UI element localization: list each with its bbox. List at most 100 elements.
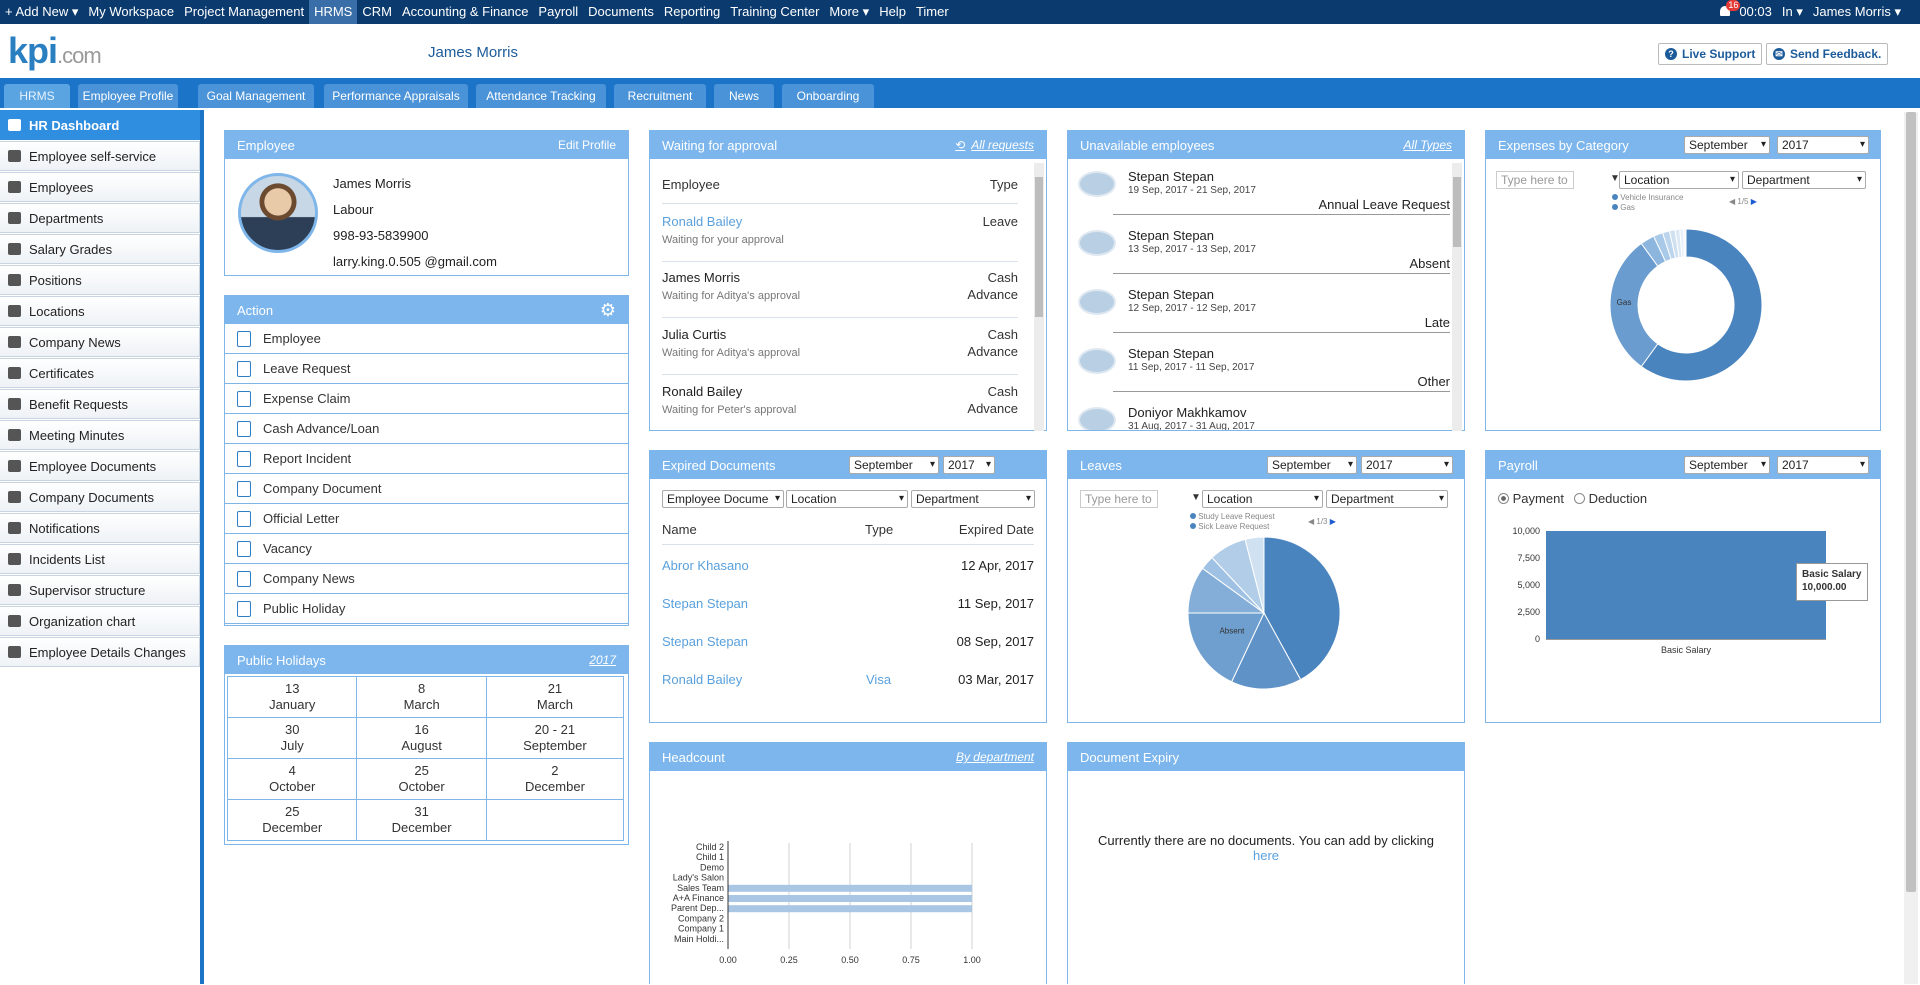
expenses-filter-input[interactable]: Type here to (1496, 171, 1574, 189)
nav-item-timer[interactable]: Timer (911, 0, 954, 24)
unavailable-name[interactable]: Stepan Stepan (1128, 346, 1214, 361)
headcount-bar[interactable] (728, 905, 972, 913)
edit-profile-link[interactable]: Edit Profile (558, 138, 616, 152)
nav-item-help[interactable]: Help (874, 0, 911, 24)
by-department-link[interactable]: By department (956, 750, 1034, 764)
user-menu[interactable]: James Morris ▾ (1808, 0, 1906, 24)
tab-news[interactable]: News (714, 84, 774, 108)
nav-item-training-center[interactable]: Training Center (725, 0, 824, 24)
action-employee[interactable]: Employee (225, 324, 628, 354)
approval-employee-name[interactable]: Julia Curtis (662, 327, 726, 342)
unavailable-row[interactable]: Stepan Stepan 11 Sep, 2017 - 11 Sep, 2017… (1068, 342, 1450, 398)
leaves-month-select[interactable]: September (1267, 456, 1357, 474)
approval-row[interactable]: James Morris Waiting for Aditya's approva… (662, 262, 1018, 318)
sidebar-item-positions[interactable]: Positions (0, 265, 200, 295)
expired-name[interactable]: Stepan Stepan (662, 596, 748, 611)
expired-name[interactable]: Stepan Stepan (662, 634, 748, 649)
approval-employee-name[interactable]: James Morris (662, 270, 740, 285)
live-support-button[interactable]: ? Live Support (1658, 43, 1763, 65)
action-cash-advance-loan[interactable]: Cash Advance/Loan (225, 414, 628, 444)
expired-row[interactable]: Stepan Stepan 08 Sep, 2017 (662, 623, 1034, 661)
expenses-location-select[interactable]: Location (1619, 171, 1739, 189)
sidebar-item-notifications[interactable]: Notifications (0, 513, 200, 543)
action-report-incident[interactable]: Report Incident (225, 444, 628, 474)
nav-item-accounting-finance[interactable]: Accounting & Finance (397, 0, 533, 24)
expired-department-select[interactable]: Department (911, 490, 1035, 508)
expired-row[interactable]: Stepan Stepan 11 Sep, 2017 (662, 585, 1034, 623)
approval-row[interactable]: Julia Curtis Waiting for Aditya's approva… (662, 319, 1018, 375)
nav-item-crm[interactable]: CRM (357, 0, 397, 24)
sidebar-item-meeting-minutes[interactable]: Meeting Minutes (0, 420, 200, 450)
unavailable-name[interactable]: Stepan Stepan (1128, 169, 1214, 184)
leaves-location-select[interactable]: Location (1202, 490, 1323, 508)
nav-item-add-new[interactable]: + Add New ▾ (0, 0, 83, 24)
sidebar-item-employee-details-changes[interactable]: Employee Details Changes (0, 637, 200, 667)
sidebar-item-company-news[interactable]: Company News (0, 327, 200, 357)
approval-row[interactable]: Ronald Bailey Waiting for Peter's approva… (662, 376, 1018, 432)
leaves-department-select[interactable]: Department (1326, 490, 1448, 508)
nav-item-more[interactable]: More ▾ (824, 0, 874, 24)
payroll-year-select[interactable]: 2017 (1777, 456, 1869, 474)
sidebar-item-departments[interactable]: Departments (0, 203, 200, 233)
tab-attendance-tracking[interactable]: Attendance Tracking (476, 84, 606, 108)
leaves-legend-pager[interactable]: ◀ 1/3 ▶ (1308, 517, 1336, 526)
expenses-year-select[interactable]: 2017 (1777, 136, 1869, 154)
nav-item-payroll[interactable]: Payroll (533, 0, 583, 24)
expenses-department-select[interactable]: Department (1742, 171, 1866, 189)
action-public-holiday[interactable]: Public Holiday (225, 594, 628, 624)
leaves-year-select[interactable]: 2017 (1361, 456, 1453, 474)
timer-readout[interactable]: 00:03 (1734, 0, 1777, 24)
send-feedback-button[interactable]: ✉ Send Feedback. (1766, 43, 1889, 65)
unavailable-name[interactable]: Doniyor Makhkamov (1128, 405, 1247, 420)
payroll-month-select[interactable]: September (1684, 456, 1770, 474)
sidebar-item-employees[interactable]: Employees (0, 172, 200, 202)
all-types-link[interactable]: All Types (1404, 138, 1452, 152)
payment-radio[interactable]: Payment (1498, 491, 1564, 506)
expired-name[interactable]: Abror Khasano (662, 558, 749, 573)
expired-row[interactable]: Abror Khasano 12 Apr, 2017 (662, 547, 1034, 585)
unavailable-name[interactable]: Stepan Stepan (1128, 228, 1214, 243)
headcount-bar[interactable] (728, 895, 972, 902)
sidebar-item-certificates[interactable]: Certificates (0, 358, 200, 388)
holidays-year-link[interactable]: 2017 (589, 653, 616, 667)
expired-row[interactable]: Ronald Bailey Visa 03 Mar, 2017 (662, 661, 1034, 699)
deduction-radio[interactable]: Deduction (1573, 491, 1647, 506)
sidebar-item-benefit-requests[interactable]: Benefit Requests (0, 389, 200, 419)
leaves-filter-input[interactable]: Type here to (1080, 490, 1158, 508)
nav-item-my-workspace[interactable]: My Workspace (83, 0, 179, 24)
expired-location-select[interactable]: Location (786, 490, 908, 508)
action-company-news[interactable]: Company News (225, 564, 628, 594)
sidebar-item-organization-chart[interactable]: Organization chart (0, 606, 200, 636)
nav-item-hrms[interactable]: HRMS (309, 0, 358, 24)
headcount-bar[interactable] (728, 884, 972, 892)
sidebar-item-company-documents[interactable]: Company Documents (0, 482, 200, 512)
expired-name[interactable]: Ronald Bailey (662, 672, 742, 687)
tab-performance-appraisals[interactable]: Performance Appraisals (324, 84, 468, 108)
tab-onboarding[interactable]: Onboarding (782, 84, 874, 108)
tab-goal-management[interactable]: Goal Management (198, 84, 314, 108)
docexpiry-here-link[interactable]: here (1068, 848, 1464, 863)
pie-slice[interactable] (1683, 228, 1687, 258)
nav-item-project-management[interactable]: Project Management (179, 0, 309, 24)
unavailable-scrollbar[interactable] (1452, 163, 1462, 431)
action-vacancy[interactable]: Vacancy (225, 534, 628, 564)
sidebar-item-employee-self-service[interactable]: Employee self-service (0, 141, 200, 171)
approval-scrollbar[interactable] (1034, 163, 1044, 431)
sidebar-item-incidents-list[interactable]: Incidents List (0, 544, 200, 574)
nav-item-documents[interactable]: Documents (583, 0, 659, 24)
unavailable-name[interactable]: Stepan Stepan (1128, 287, 1214, 302)
action-official-letter[interactable]: Official Letter (225, 504, 628, 534)
sidebar-item-employee-documents[interactable]: Employee Documents (0, 451, 200, 481)
filter-arrow-icon[interactable]: ▼ (1191, 492, 1201, 503)
unavailable-row[interactable]: Stepan Stepan 19 Sep, 2017 - 21 Sep, 2017… (1068, 165, 1450, 221)
logo[interactable]: kpi.com (8, 30, 102, 72)
expenses-month-select[interactable]: September (1684, 136, 1770, 154)
nav-item-reporting[interactable]: Reporting (659, 0, 725, 24)
gear-icon[interactable]: ⚙ (600, 300, 616, 321)
action-company-document[interactable]: Company Document (225, 474, 628, 504)
notifications-bell-icon[interactable]: 16 (1718, 0, 1741, 19)
sidebar-item-salary-grades[interactable]: Salary Grades (0, 234, 200, 264)
all-requests-link[interactable]: ⟲ All requests (955, 138, 1034, 152)
approval-employee-name[interactable]: Ronald Bailey (662, 214, 742, 229)
sidebar-item-supervisor-structure[interactable]: Supervisor structure (0, 575, 200, 605)
